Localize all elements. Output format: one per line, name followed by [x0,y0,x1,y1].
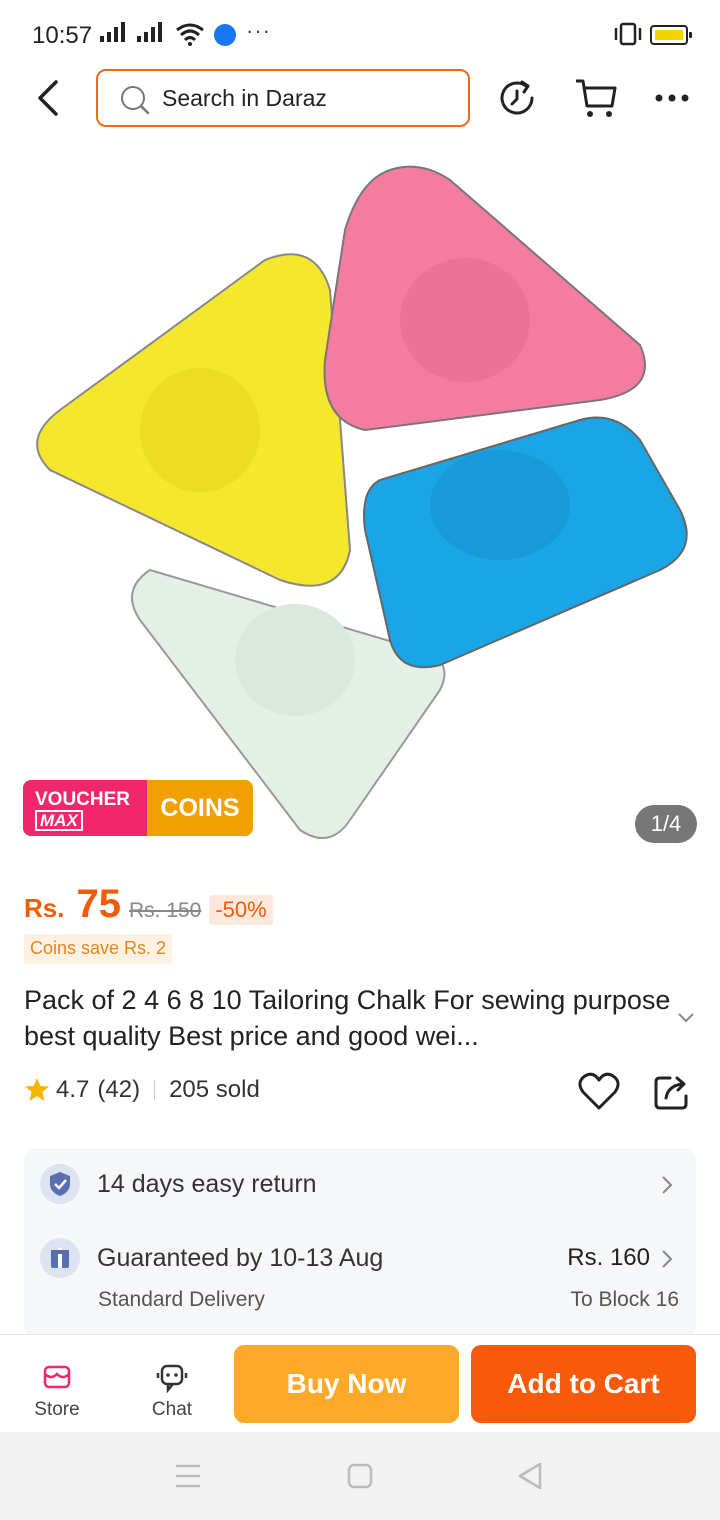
voucher-text: VOUCHER [35,789,131,810]
star-icon [25,1078,49,1101]
price-block: Rs. 75 Rs. 150 -50% [24,882,273,927]
chevron-down-icon[interactable] [676,1010,696,1026]
vibrate-icon [614,22,642,46]
chat-icon [156,1364,188,1393]
signal-icon [137,22,162,42]
rating-value: 4.7 [56,1076,90,1103]
discount-badge: -50% [209,895,273,925]
top-bar: Search in Daraz [0,68,720,130]
wifi-icon [176,23,204,46]
image-counter: 1/4 [635,805,697,843]
search-icon [121,86,150,115]
home-icon[interactable] [346,1462,374,1490]
chat-label: Chat [151,1399,193,1420]
store-label: Store [34,1399,80,1420]
store-button[interactable]: Store [17,1335,97,1433]
share-icon[interactable] [652,1072,692,1112]
delivery-guarantee-text[interactable]: Guaranteed by 10-13 Aug [97,1244,383,1273]
product-title[interactable]: Pack of 2 4 6 8 10 Tailoring Chalk For s… [24,982,674,1054]
services-card: 14 days easy return Guaranteed by 10-13 … [24,1148,696,1338]
price-currency: Rs. [24,893,65,923]
voucher-max-label: VOUCHER MAX [23,780,147,836]
store-icon [43,1365,71,1389]
delivery-box-icon [40,1238,80,1278]
delivery-location[interactable]: To Block 16 [570,1288,679,1312]
status-time: 10:57 [32,22,93,49]
max-text: MAX [35,810,83,831]
history-icon[interactable] [498,76,538,120]
cart-icon[interactable] [574,76,618,120]
voucher-max-coins-badge[interactable]: VOUCHER MAX COINS [23,780,253,836]
sold-count: 205 sold [169,1076,260,1103]
search-placeholder: Search in Daraz [162,85,327,111]
bottom-action-bar: Store Chat Buy Now Add to Cart [0,1334,720,1432]
system-nav-bar [0,1432,720,1520]
more-icon[interactable] [654,76,690,120]
back-nav-icon[interactable] [516,1462,544,1490]
delivery-type-text: Standard Delivery [98,1288,265,1311]
return-policy-text[interactable]: 14 days easy return [97,1170,317,1199]
divider [154,1080,156,1100]
battery-icon [650,25,692,45]
back-icon[interactable] [30,76,70,120]
more-icon: ··· [246,18,271,43]
product-image [36,165,688,839]
add-to-cart-button[interactable]: Add to Cart [471,1345,696,1423]
product-image-gallery[interactable] [0,130,720,858]
review-count: (42) [97,1076,141,1103]
chat-button[interactable]: Chat [132,1335,212,1433]
coins-save-badge: Coins save Rs. 2 [24,934,173,964]
coins-label: COINS [147,780,253,836]
messenger-icon [214,24,236,46]
menu-icon[interactable] [174,1462,202,1490]
shield-check-icon [40,1164,80,1204]
signal-icon [100,22,125,42]
price-value: 75 [76,882,121,926]
buy-now-button[interactable]: Buy Now [234,1345,459,1423]
chevron-right-icon[interactable] [660,1248,674,1270]
search-input[interactable]: Search in Daraz [96,69,470,127]
heart-icon[interactable] [578,1072,620,1112]
rating-row[interactable]: 4.7 (42) 205 sold [24,1076,260,1104]
status-bar: 10:57 ··· [0,0,720,68]
delivery-fee: Rs. 160 [567,1244,650,1271]
original-price: Rs. 150 [128,899,202,922]
chevron-right-icon[interactable] [660,1174,674,1196]
